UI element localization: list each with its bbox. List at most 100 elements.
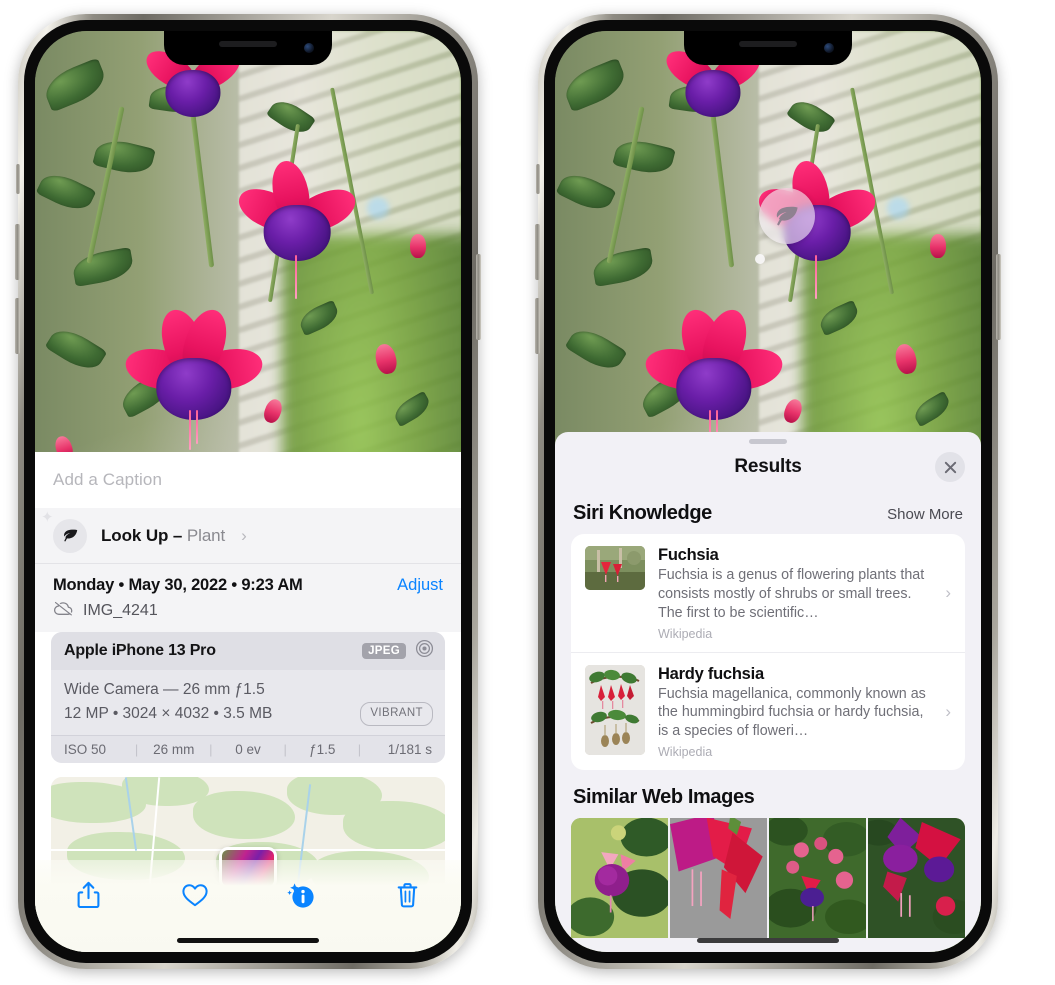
power-button[interactable] [476,254,481,340]
siri-knowledge-header: Siri Knowledge Show More [555,490,981,534]
volume-down-button[interactable] [535,298,540,354]
cloud-slash-icon [53,601,74,621]
photo-date: Monday • May 30, 2022 • 9:23 AM [53,576,303,594]
iphone-right: Results Siri Knowledge Show More Fuchsia… [535,14,1001,969]
exif-iso: ISO 50 [64,742,107,758]
exif-shutter: 1/181 s [387,742,433,758]
delete-button[interactable] [385,874,431,916]
knowledge-source: Wikipedia [658,626,713,641]
camera-info-card[interactable]: Apple iPhone 13 Pro JPEG Wide Camera — 2… [51,632,445,764]
close-icon [944,461,956,473]
corolla [263,205,331,262]
resolution-line: 12 MP • 3024 × 4032 • 3.5 MB [64,705,273,723]
web-image-thumbnail[interactable] [571,818,668,939]
fuchsia-flower [232,157,362,299]
look-up-label: Look Up – Plant [101,526,225,546]
leaf-icon [53,518,87,553]
corolla [165,69,221,118]
web-image-thumbnail[interactable] [769,818,866,939]
screenshot-stage: Add a Caption ✦ Look Up – Plant › Monday… [0,0,1055,985]
stamen [188,410,191,451]
knowledge-description: Fuchsia magellanica, commonly known as t… [658,685,926,740]
home-indicator-right[interactable] [697,938,839,943]
corolla [676,357,752,421]
volume-down-button[interactable] [15,298,20,354]
exif-ev: 0 ev [235,742,261,758]
adjust-button[interactable]: Adjust [397,576,443,595]
caption-placeholder[interactable]: Add a Caption [53,470,162,490]
knowledge-title: Fuchsia [658,546,719,564]
leaf-icon [777,206,799,225]
screen-right: Results Siri Knowledge Show More Fuchsia… [555,31,981,952]
phone-bezel-right: Results Siri Knowledge Show More Fuchsia… [544,20,992,963]
web-image-thumbnail[interactable] [868,818,965,939]
flower-bud [409,233,426,258]
look-up-primary: Look Up – [101,525,183,545]
knowledge-description: Fuchsia is a genus of flowering plants t… [658,567,925,621]
knowledge-item[interactable]: Hardy fuchsia Fuchsia magellanica, commo… [571,651,965,771]
silent-switch[interactable] [536,164,540,194]
exif-focal: 26 mm [153,742,195,758]
flower-bud [929,233,946,258]
earpiece-speaker [739,41,797,47]
stamen [814,254,817,299]
earpiece-speaker [219,41,277,47]
photo-filename: IMG_4241 [83,602,158,619]
visual-lookup-anchor-dot [755,253,765,264]
home-indicator-left[interactable] [177,938,319,943]
iphone-left: Add a Caption ✦ Look Up – Plant › Monday… [15,14,481,969]
close-button[interactable] [935,452,965,482]
front-camera-icon [304,43,314,53]
share-button[interactable] [65,874,111,916]
results-title: Results [734,456,802,477]
date-row: Monday • May 30, 2022 • 9:23 AM Adjust [35,564,461,601]
camera-card-body: Wide Camera — 26 mm ƒ1.5 12 MP • 3024 × … [51,670,445,736]
volume-up-button[interactable] [535,224,540,280]
style-badge: VIBRANT [360,702,433,726]
chevron-right-icon: › [241,525,247,545]
front-camera-icon [824,43,834,53]
photo-info-sheet: Add a Caption ✦ Look Up – Plant › Monday… [35,452,461,952]
volume-up-button[interactable] [15,224,20,280]
similar-web-images-grid [571,818,965,939]
camera-card-header: Apple iPhone 13 Pro JPEG [51,632,445,670]
visual-lookup-badge[interactable] [759,187,816,244]
section-title: Similar Web Images [573,786,755,809]
section-title: Siri Knowledge [573,502,712,524]
notch-left [164,31,332,65]
format-badge: JPEG [362,643,406,659]
favorite-button[interactable] [172,874,218,916]
look-up-row[interactable]: ✦ Look Up – Plant › [35,508,461,564]
stamen [196,410,199,445]
knowledge-thumbnail [585,546,645,590]
results-header: Results [555,444,981,490]
results-sheet: Results Siri Knowledge Show More Fuchsia… [555,432,981,952]
power-button[interactable] [996,254,1001,340]
phone-bezel-left: Add a Caption ✦ Look Up – Plant › Monday… [24,20,472,963]
lens-line: Wide Camera — 26 mm ƒ1.5 [64,681,265,698]
exif-aperture: ƒ1.5 [309,742,336,758]
sparkle-icon: ✦ [41,509,54,526]
knowledge-title: Hardy fuchsia [658,664,764,683]
screen-left: Add a Caption ✦ Look Up – Plant › Monday… [35,31,461,952]
info-button[interactable] [278,874,324,916]
web-image-thumbnail[interactable] [670,818,767,939]
map-green-area [192,791,296,840]
silent-switch[interactable] [16,164,20,194]
chevron-right-icon: › [945,583,951,603]
notch-right [684,31,852,65]
fuchsia-flower [641,304,786,451]
caption-row[interactable]: Add a Caption [35,452,461,508]
siri-knowledge-card: Fuchsia Fuchsia is a genus of flowering … [571,534,965,771]
camera-device-name: Apple iPhone 13 Pro [64,642,216,659]
aperture-icon [415,639,434,663]
show-more-button[interactable]: Show More [887,506,963,523]
corolla [685,69,741,118]
chevron-right-icon: › [945,701,951,721]
exif-row: ISO 50 | 26 mm | 0 ev | ƒ1.5 | 1/181 s [51,735,445,764]
bokeh-dot [887,196,910,219]
knowledge-thumbnail [585,664,645,755]
knowledge-item[interactable]: Fuchsia Fuchsia is a genus of flowering … [571,534,965,652]
look-up-subject: Plant [186,525,226,545]
stamen [294,254,297,299]
